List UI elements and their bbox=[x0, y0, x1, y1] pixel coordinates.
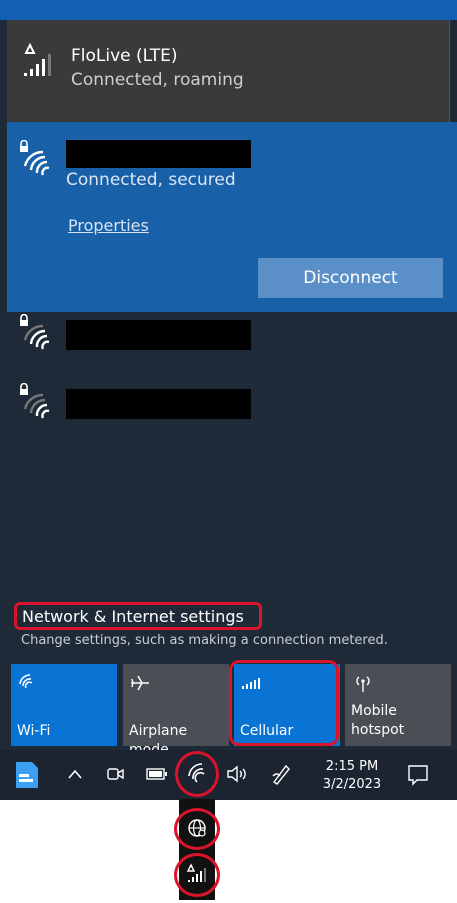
wifi-network-active[interactable]: Connected, secured Properties Disconnect bbox=[7, 122, 457, 312]
mobile-hotspot-icon bbox=[356, 676, 370, 692]
pen-icon[interactable] bbox=[270, 762, 292, 786]
quick-action-wifi[interactable]: Wi-Fi bbox=[11, 664, 117, 746]
airplane-icon bbox=[131, 675, 149, 691]
cellular-signal-icon bbox=[24, 42, 51, 76]
battery-icon[interactable] bbox=[146, 767, 168, 781]
network-settings-title: Network & Internet settings bbox=[22, 607, 244, 626]
wifi-ssid-redacted bbox=[66, 140, 251, 168]
network-settings-subtitle: Change settings, such as making a connec… bbox=[21, 633, 388, 648]
wifi-icon bbox=[19, 674, 33, 689]
cellular-connection-status: Connected, roaming bbox=[71, 70, 244, 90]
network-globe-icon bbox=[188, 819, 206, 837]
clock[interactable]: 2:15 PM 3/2/2023 bbox=[312, 758, 392, 794]
camera-icon[interactable] bbox=[105, 764, 125, 784]
quick-action-mobile-hotspot[interactable]: Mobile hotspot bbox=[345, 664, 451, 746]
chevron-up-icon[interactable] bbox=[67, 768, 83, 780]
cellular-connection-name: FloLive (LTE) bbox=[71, 46, 178, 66]
quick-action-label: Mobile hotspot bbox=[351, 703, 405, 738]
cellular-connection-item[interactable]: FloLive (LTE) Connected, roaming bbox=[7, 20, 450, 122]
wifi-secured-icon bbox=[23, 150, 50, 176]
wifi-network-item[interactable] bbox=[7, 314, 457, 374]
network-flyout: FloLive (LTE) Connected, roaming Connect… bbox=[0, 0, 457, 758]
properties-link[interactable]: Properties bbox=[68, 216, 149, 235]
wifi-network-item[interactable] bbox=[7, 383, 457, 443]
network-internet-settings-link[interactable]: Network & Internet settings bbox=[14, 602, 262, 630]
wifi-ssid-redacted bbox=[66, 320, 251, 350]
quick-action-label: Wi-Fi bbox=[17, 723, 51, 739]
file-explorer-icon[interactable] bbox=[14, 760, 40, 790]
cellular-signal-icon bbox=[186, 863, 206, 882]
volume-icon[interactable] bbox=[226, 764, 250, 784]
quick-action-airplane-mode[interactable]: Airplane mode bbox=[123, 664, 229, 758]
wifi-connection-status: Connected, secured bbox=[66, 170, 236, 190]
wifi-secured-icon bbox=[23, 324, 50, 350]
cellular-tile-highlight bbox=[229, 660, 339, 746]
clock-time: 2:15 PM bbox=[325, 759, 379, 774]
wifi-icon-highlight bbox=[175, 751, 219, 797]
disconnect-button[interactable]: Disconnect bbox=[258, 258, 443, 298]
notification-center-icon[interactable] bbox=[407, 764, 429, 786]
taskbar: 2:15 PM 3/2/2023 bbox=[0, 750, 457, 800]
wifi-ssid-redacted bbox=[66, 389, 251, 419]
wifi-secured-icon bbox=[23, 393, 50, 419]
flyout-top-strip bbox=[0, 0, 457, 20]
clock-date: 3/2/2023 bbox=[322, 777, 382, 792]
